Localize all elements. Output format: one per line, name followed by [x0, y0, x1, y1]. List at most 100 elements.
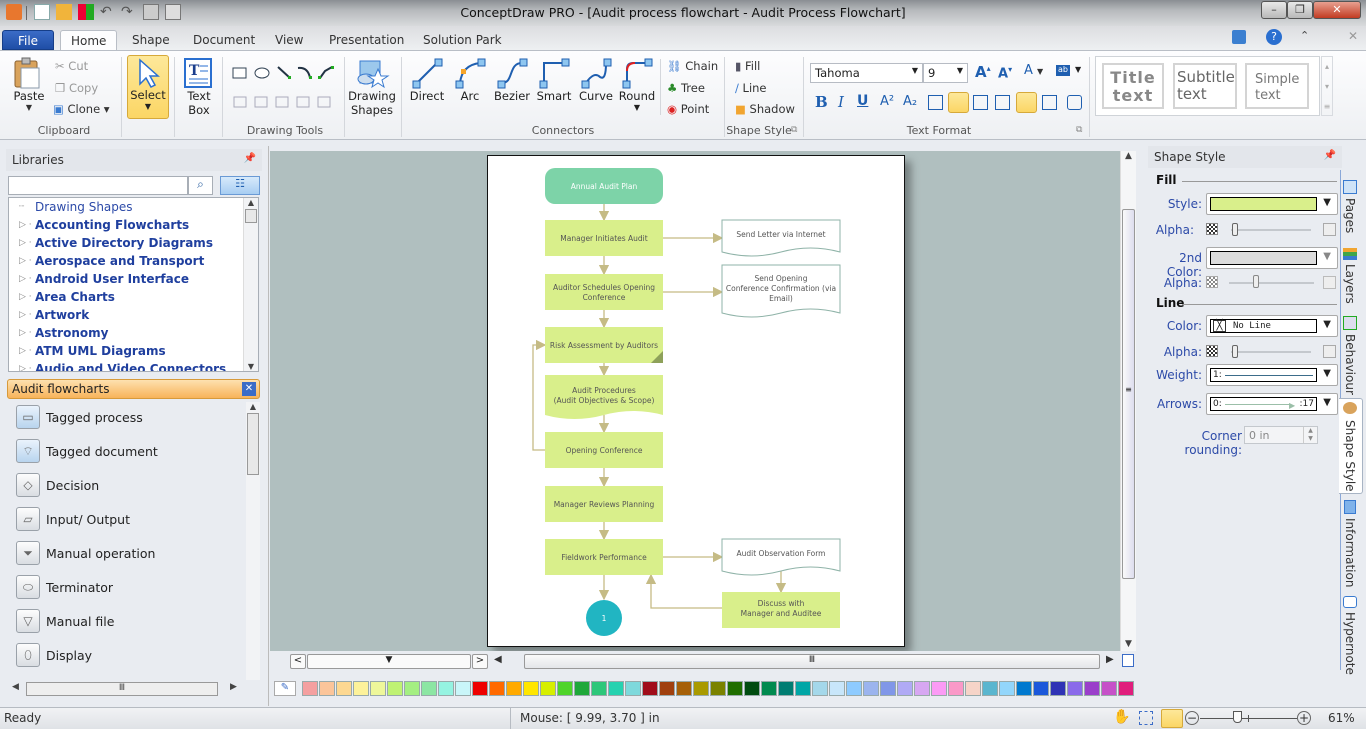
palette-color-swatch[interactable] [387, 681, 403, 696]
gallery-scroll[interactable]: ▴ ▾ ≡ [1321, 56, 1333, 116]
font-family-select[interactable]: Tahoma ▼ [810, 63, 923, 83]
align-left-icon[interactable] [928, 95, 943, 110]
library-shape-item[interactable]: ⬯ Display [6, 638, 246, 672]
palette-color-swatch[interactable] [1084, 681, 1100, 696]
clone-button[interactable]: ▣ Clone ▾ [53, 102, 110, 116]
expand-icon[interactable]: ▷ · [19, 306, 32, 324]
library-tree-scrollbar[interactable]: ▲ ▼ [243, 198, 258, 371]
bold-button[interactable]: B [815, 93, 828, 111]
expand-icon[interactable]: ▷ · [19, 234, 32, 252]
library-tree-item[interactable]: ▷ · Aerospace and Transport [9, 252, 258, 270]
point-button[interactable]: ◉ Point [667, 102, 709, 116]
palette-color-swatch[interactable] [982, 681, 998, 696]
palette-color-swatch[interactable] [506, 681, 522, 696]
palette-color-swatch[interactable] [370, 681, 386, 696]
palette-color-swatch[interactable] [693, 681, 709, 696]
expand-icon[interactable]: ▷ · [19, 252, 32, 270]
align-bottom-icon[interactable] [1042, 95, 1057, 110]
fit-page-icon[interactable] [1122, 654, 1134, 667]
close-button[interactable]: ✕ [1313, 1, 1361, 19]
pin-icon[interactable]: 📌 [1324, 150, 1336, 161]
palette-color-swatch[interactable] [999, 681, 1015, 696]
palette-color-swatch[interactable] [795, 681, 811, 696]
second-alpha-thumb[interactable] [1253, 275, 1259, 288]
palette-color-swatch[interactable] [1067, 681, 1083, 696]
font-color-icon[interactable]: A ▼ [1024, 63, 1043, 78]
palette-color-swatch[interactable] [761, 681, 777, 696]
palette-color-swatch[interactable] [931, 681, 947, 696]
side-tab-shape-style[interactable]: Shape Style [1343, 420, 1357, 492]
tab-file[interactable]: File [2, 30, 54, 50]
palette-color-swatch[interactable] [438, 681, 454, 696]
tab-shape[interactable]: Shape [122, 30, 180, 50]
palette-color-swatch[interactable] [455, 681, 471, 696]
library-tree-item[interactable]: ▷ · Active Directory Diagrams [9, 234, 258, 252]
pan-hand-icon[interactable]: ✋ [1113, 709, 1130, 725]
corner-rounding-input[interactable]: 0 in ▲ ▼ [1244, 426, 1318, 444]
palette-color-swatch[interactable] [608, 681, 624, 696]
tab-solution-park[interactable]: Solution Park [413, 30, 512, 50]
palette-color-swatch[interactable] [676, 681, 692, 696]
open-library-header[interactable]: Audit flowcharts ✕ [7, 379, 260, 399]
side-tab-pages[interactable]: Pages [1343, 198, 1357, 233]
tab-presentation[interactable]: Presentation [319, 30, 414, 50]
shadow-button[interactable]: ■ Shadow [735, 102, 795, 116]
palette-color-swatch[interactable] [659, 681, 675, 696]
palette-color-swatch[interactable] [421, 681, 437, 696]
highlight-dropdown-icon[interactable]: ▼ [1075, 65, 1081, 74]
line-alpha-thumb[interactable] [1232, 345, 1238, 358]
align-center-icon[interactable] [948, 92, 969, 113]
connector-round-button[interactable]: Round ▼ [617, 57, 657, 123]
palette-menu-icon[interactable]: ✎ [274, 681, 296, 696]
library-shape-item[interactable]: ▽ Manual file [6, 604, 246, 638]
dialog-launcher-icon[interactable]: ⧉ [791, 125, 797, 135]
palette-color-swatch[interactable] [625, 681, 641, 696]
paste-button[interactable]: Paste ▼ [12, 57, 46, 117]
library-tree-item[interactable]: ▷ · Accounting Flowcharts [9, 216, 258, 234]
line-button[interactable]: ∕ Line [735, 81, 767, 95]
palette-color-swatch[interactable] [472, 681, 488, 696]
palette-color-swatch[interactable] [404, 681, 420, 696]
prev-page-button[interactable]: < [290, 654, 306, 669]
library-shapes-scrollbar[interactable]: ▲ [246, 402, 260, 680]
text-fit-icon[interactable] [1067, 95, 1082, 110]
layout-icon[interactable] [1232, 30, 1246, 44]
palette-color-swatch[interactable] [863, 681, 879, 696]
palette-color-swatch[interactable] [1118, 681, 1134, 696]
scroll-left-icon[interactable]: ◀ [494, 654, 502, 665]
expand-icon[interactable]: ▷ · [19, 270, 32, 288]
align-right-icon[interactable] [973, 95, 988, 110]
palette-color-swatch[interactable] [948, 681, 964, 696]
connector-smart-button[interactable]: Smart [534, 57, 574, 117]
palette-color-swatch[interactable] [574, 681, 590, 696]
library-tree-item[interactable]: ▷ · Astronomy [9, 324, 258, 342]
italic-button[interactable]: I [838, 93, 844, 111]
zoom-slider-thumb[interactable] [1233, 711, 1242, 723]
palette-color-swatch[interactable] [829, 681, 845, 696]
line-weight-select[interactable]: 1: ▼ [1206, 364, 1338, 386]
expand-icon[interactable]: ▷ · [19, 342, 32, 360]
palette-color-swatch[interactable] [302, 681, 318, 696]
process-step[interactable] [545, 274, 663, 310]
palette-color-swatch[interactable] [846, 681, 862, 696]
library-shape-item[interactable]: ▭ Tagged process [6, 400, 246, 434]
palette-color-swatch[interactable] [727, 681, 743, 696]
side-tab-hypernote[interactable]: Hypernote [1343, 612, 1357, 675]
library-tree-item[interactable]: ▷ · Area Charts [9, 288, 258, 306]
expand-icon[interactable]: ▷ · [19, 288, 32, 306]
text-box-button[interactable]: T Text Box [183, 57, 215, 119]
palette-color-swatch[interactable] [744, 681, 760, 696]
chain-button[interactable]: ⛓ Chain [667, 59, 718, 73]
highlight-icon[interactable]: ab [1056, 65, 1070, 76]
library-tree-item[interactable]: ┈ Drawing Shapes [9, 198, 258, 216]
grow-font-icon[interactable]: A▴ [975, 63, 991, 81]
palette-color-swatch[interactable] [336, 681, 352, 696]
palette-color-swatch[interactable] [880, 681, 896, 696]
style-title-text[interactable]: Title text [1102, 63, 1164, 109]
library-tree-item[interactable]: ▷ · Artwork [9, 306, 258, 324]
library-search-input[interactable] [8, 176, 188, 195]
palette-color-swatch[interactable] [965, 681, 981, 696]
palette-color-swatch[interactable] [897, 681, 913, 696]
font-size-select[interactable]: 9 ▼ [923, 63, 968, 83]
palette-color-swatch[interactable] [489, 681, 505, 696]
